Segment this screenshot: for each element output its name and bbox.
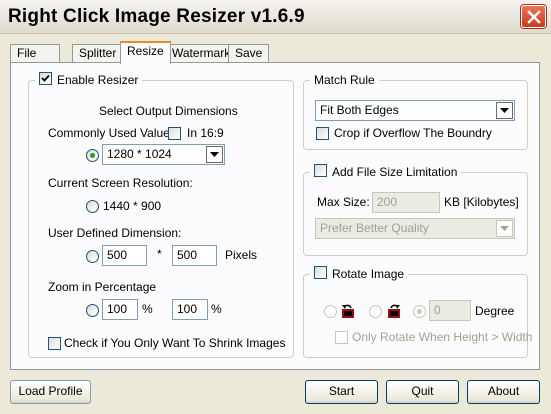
file-size-checkbox[interactable] — [314, 164, 327, 177]
file-size-label: Add File Size Limitation — [332, 165, 458, 179]
crop-overflow-label: Crop if Overflow The Boundry — [334, 126, 492, 140]
in-16-9-checkbox[interactable] — [168, 127, 181, 140]
zoom-height-input[interactable]: 100 — [172, 299, 208, 320]
resizer-legend: Enable Resizer — [35, 72, 143, 87]
enable-resizer-label: Enable Resizer — [57, 73, 139, 87]
quit-button[interactable]: Quit — [386, 380, 459, 404]
file-size-legend: Add File Size Limitation — [310, 164, 462, 179]
match-rule-dropdown-button[interactable] — [496, 102, 513, 119]
tab-file-queue[interactable]: File Queue — [10, 44, 61, 77]
tab-resize[interactable]: Resize — [120, 41, 171, 64]
tab-watermark[interactable]: Watermark — [165, 44, 238, 63]
kb-unit-label: KB [Kilobytes] — [444, 195, 519, 209]
rotate-left-radio[interactable] — [324, 305, 337, 318]
load-profile-button[interactable]: Load Profile — [10, 380, 91, 404]
crop-overflow-checkbox[interactable] — [316, 127, 329, 140]
checkmark-icon — [41, 74, 50, 82]
zoom-height-percent: % — [211, 302, 222, 316]
resize-panel: Enable Resizer Select Output Dimensions … — [10, 62, 540, 370]
common-values-radio[interactable] — [86, 149, 99, 162]
rotate-right-radio[interactable] — [369, 305, 382, 318]
about-button[interactable]: About — [467, 380, 540, 404]
match-rule-group: Match Rule Fit Both Edges Crop if Overfl… — [303, 73, 528, 150]
tab-splitter[interactable]: Splitter — [72, 44, 124, 63]
rotate-checkbox[interactable] — [314, 266, 327, 279]
max-size-input[interactable]: 200 — [372, 192, 440, 213]
max-size-label: Max Size: — [317, 195, 370, 209]
enable-resizer-checkbox[interactable] — [39, 72, 52, 85]
screen-resolution-label: Current Screen Resolution: — [48, 176, 193, 190]
rotate-left-icon — [340, 303, 356, 319]
title-bar: Right Click Image Resizer v1.6.9 — [0, 0, 551, 34]
only-rotate-checkbox[interactable] — [335, 331, 348, 344]
rotate-group: Rotate Image 0 Degree Only Rotate When H… — [303, 266, 532, 358]
chevron-down-icon — [210, 152, 219, 157]
radio-selected-dot — [90, 153, 95, 158]
user-height-input[interactable]: 500 — [172, 245, 217, 266]
shrink-only-checkbox[interactable] — [48, 337, 61, 350]
file-size-group: Add File Size Limitation Max Size: 200 K… — [303, 164, 528, 256]
common-values-label: Commonly Used Values: — [48, 126, 180, 140]
radio-selected-dot — [417, 309, 422, 314]
common-values-dropdown-button[interactable] — [206, 146, 223, 163]
window-title: Right Click Image Resizer v1.6.9 — [8, 6, 305, 27]
degree-input[interactable]: 0 — [429, 300, 471, 321]
match-rule-legend: Match Rule — [310, 73, 379, 87]
zoom-radio[interactable] — [86, 304, 99, 317]
zoom-label: Zoom in Percentage — [48, 280, 157, 294]
match-rule-selected: Fit Both Edges — [320, 103, 399, 117]
in-16-9-label: In 16:9 — [187, 126, 224, 140]
user-width-input[interactable]: 500 — [102, 245, 147, 266]
common-values-select[interactable]: 1280 * 1024 — [102, 144, 225, 165]
match-rule-select[interactable]: Fit Both Edges — [315, 100, 515, 121]
user-dimension-label: User Defined Dimension: — [48, 226, 182, 240]
zoom-width-input[interactable]: 100 — [102, 299, 138, 320]
resizer-group: Enable Resizer Select Output Dimensions … — [28, 72, 294, 358]
shrink-only-label: Check if You Only Want To Shrink Images — [64, 336, 286, 350]
rotate-right-icon — [386, 303, 402, 319]
pixels-label: Pixels — [225, 248, 258, 262]
quality-selected: Prefer Better Quality — [320, 221, 429, 235]
quality-select[interactable]: Prefer Better Quality — [315, 218, 515, 239]
rotate-custom-radio[interactable] — [413, 305, 426, 318]
close-icon — [527, 10, 541, 24]
chevron-down-icon — [500, 108, 509, 113]
start-button[interactable]: Start — [305, 380, 378, 404]
screen-resolution-radio[interactable] — [86, 200, 99, 213]
times-label: * — [157, 247, 162, 261]
rotate-legend: Rotate Image — [310, 266, 409, 281]
chevron-down-icon — [500, 226, 509, 231]
quality-dropdown-button[interactable] — [496, 220, 513, 237]
select-output-heading: Select Output Dimensions — [99, 104, 238, 118]
degree-label: Degree — [475, 304, 515, 318]
zoom-width-percent: % — [142, 302, 153, 316]
common-values-selected: 1280 * 1024 — [107, 147, 172, 161]
close-button[interactable] — [521, 5, 546, 28]
screen-resolution-value: 1440 * 900 — [103, 199, 162, 213]
tab-save[interactable]: Save — [228, 44, 270, 63]
rotate-label: Rotate Image — [332, 267, 405, 281]
user-dimension-radio[interactable] — [86, 250, 99, 263]
only-rotate-label: Only Rotate When Height > Width — [352, 330, 533, 344]
